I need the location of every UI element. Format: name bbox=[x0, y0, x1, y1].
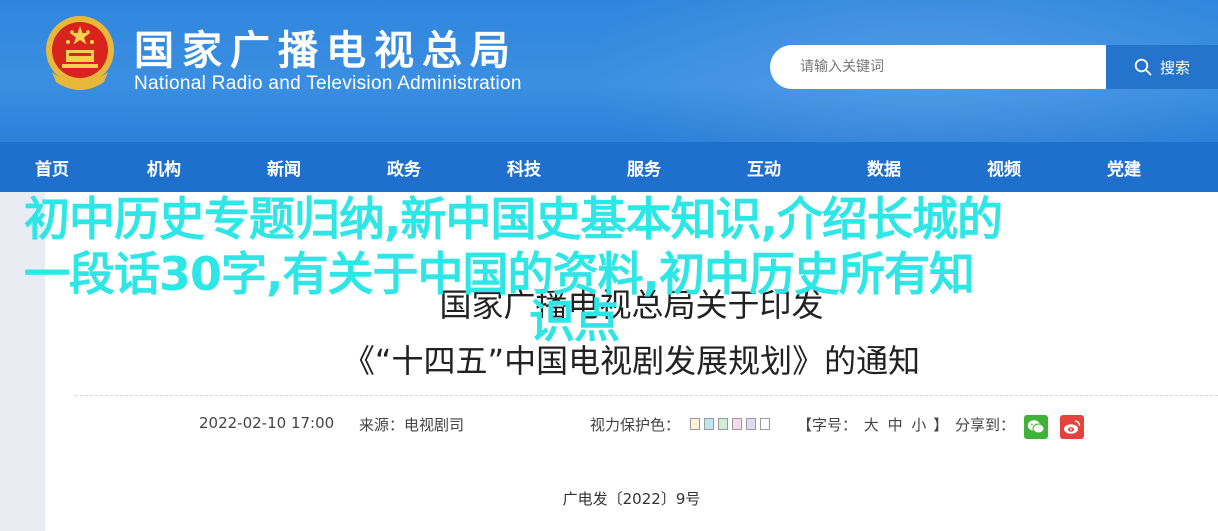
site-title: 国家广播电视总局 bbox=[134, 28, 518, 74]
font-size-small[interactable]: 小 bbox=[911, 416, 926, 434]
search-input[interactable] bbox=[770, 45, 1110, 89]
main-nav: 首页 机构 新闻 政务 科技 服务 互动 数据 视频 党建 bbox=[0, 142, 1218, 192]
nav-item-home[interactable]: 首页 bbox=[0, 142, 104, 192]
nav-item-video[interactable]: 视频 bbox=[944, 142, 1064, 192]
site-header: 国家广播电视总局 National Radio and Television A… bbox=[0, 0, 1218, 142]
nav-item-organization[interactable]: 机构 bbox=[104, 142, 224, 192]
font-size-suffix: 】 bbox=[933, 416, 949, 434]
font-size-medium[interactable]: 中 bbox=[888, 416, 903, 434]
overlay-line3: 识点 bbox=[529, 294, 620, 348]
search-button[interactable]: 搜索 bbox=[1106, 45, 1218, 89]
font-size-large[interactable]: 大 bbox=[864, 416, 879, 434]
nav-item-data[interactable]: 数据 bbox=[824, 142, 944, 192]
color-swatch-1[interactable] bbox=[690, 418, 700, 430]
wechat-share-icon[interactable] bbox=[1024, 415, 1048, 439]
overlay-headline: 初中历史专题归纳,新中国史基本知识,介绍长城的 一段话30字,有关于中国的资料,… bbox=[24, 192, 1194, 349]
publish-date: 2022-02-10 17:00 bbox=[199, 414, 335, 432]
color-swatch-4[interactable] bbox=[732, 418, 742, 430]
font-size-control: 【字号： 大 中 小 】 bbox=[797, 414, 948, 435]
nav-item-government-affairs[interactable]: 政务 bbox=[344, 142, 464, 192]
vision-protection-label: 视力保护色： bbox=[590, 416, 681, 434]
nav-item-party-building[interactable]: 党建 bbox=[1064, 142, 1184, 192]
wechat-bubble-icon bbox=[1027, 420, 1045, 434]
overlay-line2: 一段话30字,有关于中国的资料,初中历史所有知 bbox=[24, 247, 975, 301]
overlay-line1: 初中历史专题归纳,新中国史基本知识,介绍长城的 bbox=[24, 192, 1003, 246]
search-button-label: 搜索 bbox=[1159, 59, 1190, 77]
color-swatch-5[interactable] bbox=[746, 418, 756, 430]
share-label: 分享到： bbox=[955, 416, 1016, 434]
nav-item-services[interactable]: 服务 bbox=[584, 142, 704, 192]
site-subtitle: National Radio and Television Administra… bbox=[134, 73, 522, 94]
color-swatch-6[interactable] bbox=[760, 418, 770, 430]
title-divider bbox=[75, 395, 1218, 396]
document-number: 广电发〔2022〕9号 bbox=[562, 490, 701, 508]
search-bar: 搜索 bbox=[770, 45, 1218, 89]
weibo-eye-icon bbox=[1064, 420, 1081, 434]
nav-item-interaction[interactable]: 互动 bbox=[704, 142, 824, 192]
national-emblem-icon bbox=[46, 16, 114, 90]
nav-item-news[interactable]: 新闻 bbox=[224, 142, 344, 192]
search-icon bbox=[1134, 58, 1152, 76]
weibo-share-icon[interactable] bbox=[1060, 415, 1084, 439]
vision-color-swatches bbox=[690, 418, 770, 430]
font-size-prefix: 【字号： bbox=[797, 416, 858, 434]
color-swatch-2[interactable] bbox=[704, 418, 714, 430]
color-swatch-3[interactable] bbox=[718, 418, 728, 430]
article-source: 来源：电视剧司 bbox=[359, 416, 465, 434]
nav-item-technology[interactable]: 科技 bbox=[464, 142, 584, 192]
